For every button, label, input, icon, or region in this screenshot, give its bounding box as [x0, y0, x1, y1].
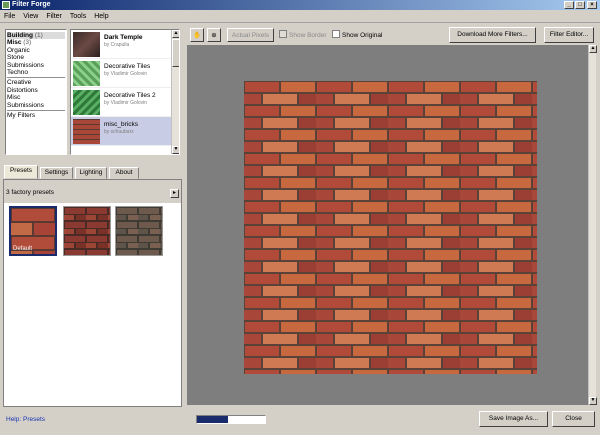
- save-image-button[interactable]: Save Image As...: [479, 411, 548, 427]
- filter-name: misc_bricks: [104, 121, 138, 128]
- category-item[interactable]: Stone: [7, 54, 65, 61]
- category-label: Building: [7, 32, 33, 39]
- viewport-scrollbar[interactable]: ▲ ▼: [588, 45, 597, 405]
- presets-menu-arrow-icon[interactable]: ▸: [170, 189, 179, 198]
- category-label: Submissions: [7, 101, 44, 109]
- menu-item-file[interactable]: File: [0, 10, 19, 23]
- category-list: Building (1) Misc (3) Organic Stone Submissi…: [5, 29, 67, 155]
- filter-thumbnail: [73, 90, 100, 115]
- filter-list-item[interactable]: Decorative Tiles 2 by Vladimir Golovin: [71, 88, 179, 117]
- category-item[interactable]: Building (1): [7, 32, 65, 40]
- hand-tool-icon[interactable]: ✋: [190, 28, 204, 42]
- filter-author: by schuubarx: [104, 129, 134, 135]
- tab-presets[interactable]: Presets: [4, 165, 38, 179]
- category-count: (3): [23, 39, 32, 47]
- category-label: Stone: [7, 54, 24, 62]
- scroll-down-arrow[interactable]: ▼: [589, 397, 597, 405]
- help-presets-link[interactable]: Help: Presets: [6, 416, 45, 423]
- filter-name: Decorative Tiles 2: [104, 92, 156, 99]
- filter-thumbnail: [73, 32, 100, 57]
- close-button[interactable]: Close: [552, 411, 595, 427]
- minimize-button[interactable]: _: [564, 1, 574, 9]
- show-original-label: Show Original: [342, 32, 383, 39]
- tab-about[interactable]: About: [109, 167, 139, 179]
- category-item[interactable]: Submissions: [7, 62, 65, 69]
- category-item[interactable]: Submissions: [7, 102, 65, 109]
- filter-author: by Vladimir Golovin: [104, 71, 148, 77]
- presets-header: 3 factory presets ▸: [4, 180, 181, 203]
- scrollbar-thumb[interactable]: [172, 39, 179, 67]
- category-label: Misc: [7, 94, 21, 102]
- show-border-label: Show Border: [289, 32, 327, 39]
- presets-count: 3 factory presets: [6, 189, 55, 196]
- category-label: Organic: [7, 46, 30, 54]
- category-item[interactable]: Distortions: [7, 87, 65, 94]
- scroll-up-arrow[interactable]: ▲: [172, 30, 179, 38]
- category-item[interactable]: Techno: [7, 69, 65, 76]
- tab-lighting[interactable]: Lighting: [75, 167, 107, 179]
- category-item[interactable]: Misc: [7, 94, 65, 101]
- window-title: Filter Forge: [12, 1, 51, 8]
- app-icon: [2, 1, 10, 9]
- menu-item-tools[interactable]: Tools: [66, 10, 90, 23]
- category-label: Creative: [7, 79, 32, 87]
- category-item[interactable]: Organic: [7, 47, 65, 54]
- scroll-down-arrow[interactable]: ▼: [172, 146, 179, 154]
- category-label: Distortions: [7, 86, 38, 94]
- filter-list-item[interactable]: misc_bricks by schuubarx: [71, 117, 179, 146]
- filter-thumbnail: [73, 119, 100, 144]
- menu-bar: File View Filter Tools Help: [0, 10, 600, 23]
- filter-list-item[interactable]: Dark Temple by Crapulla: [71, 30, 179, 59]
- presets-panel: 3 factory presets ▸ Default: [3, 179, 182, 407]
- download-more-filters-button[interactable]: Download More Filters...: [449, 27, 536, 43]
- preset-label: Default: [13, 246, 33, 252]
- show-border-checkbox[interactable]: Show Border: [279, 30, 327, 41]
- actual-pixels-button[interactable]: Actual Pixels: [227, 28, 274, 42]
- category-item[interactable]: Creative: [7, 79, 65, 86]
- filter-editor-button[interactable]: Filter Editor...: [544, 27, 594, 43]
- render-progress-bar: [196, 415, 266, 424]
- category-count: (1): [34, 32, 43, 39]
- category-label: Misc: [7, 39, 22, 47]
- category-item[interactable]: My Filters: [7, 112, 65, 119]
- show-original-box[interactable]: [332, 30, 340, 38]
- preset-default[interactable]: Default: [9, 206, 57, 256]
- title-bar: Filter Forge _ □ ×: [0, 0, 600, 10]
- show-original-checkbox[interactable]: Show Original: [332, 30, 382, 41]
- category-label: Techno: [7, 69, 28, 77]
- zoom-tool-icon[interactable]: ⊕: [207, 28, 221, 42]
- filter-list-item[interactable]: Decorative Tiles by Vladimir Golovin: [71, 59, 179, 88]
- filter-author: by Crapulla: [104, 42, 130, 48]
- category-item[interactable]: Misc (3): [7, 39, 65, 46]
- category-label: My Filters: [7, 112, 36, 120]
- filter-name: Dark Temple: [104, 34, 143, 41]
- menu-item-filter[interactable]: Filter: [42, 10, 66, 23]
- brick-thumbnail: [116, 207, 162, 255]
- close-window-button[interactable]: ×: [587, 1, 597, 9]
- preset-3[interactable]: [115, 206, 163, 256]
- filter-author: by Vladimir Golovin: [104, 100, 148, 106]
- category-separator: [7, 77, 65, 79]
- show-border-box[interactable]: [279, 30, 287, 38]
- filter-list: Dark Temple by Crapulla Decorative Tiles by…: [70, 29, 180, 155]
- filter-name: Decorative Tiles: [104, 63, 151, 70]
- preset-2[interactable]: [63, 206, 111, 256]
- brick-preview-image: [244, 81, 537, 374]
- category-label: Submissions: [7, 61, 44, 69]
- tab-settings[interactable]: Settings: [40, 167, 73, 179]
- menu-item-view[interactable]: View: [19, 10, 42, 23]
- scroll-up-arrow[interactable]: ▲: [589, 45, 597, 53]
- menu-item-help[interactable]: Help: [90, 10, 112, 23]
- brick-thumbnail: [64, 207, 110, 255]
- category-separator: [7, 110, 65, 112]
- progress-fill: [197, 416, 228, 423]
- maximize-button[interactable]: □: [575, 1, 585, 9]
- filter-thumbnail: [73, 61, 100, 86]
- filter-list-scrollbar[interactable]: ▲ ▼: [171, 30, 179, 154]
